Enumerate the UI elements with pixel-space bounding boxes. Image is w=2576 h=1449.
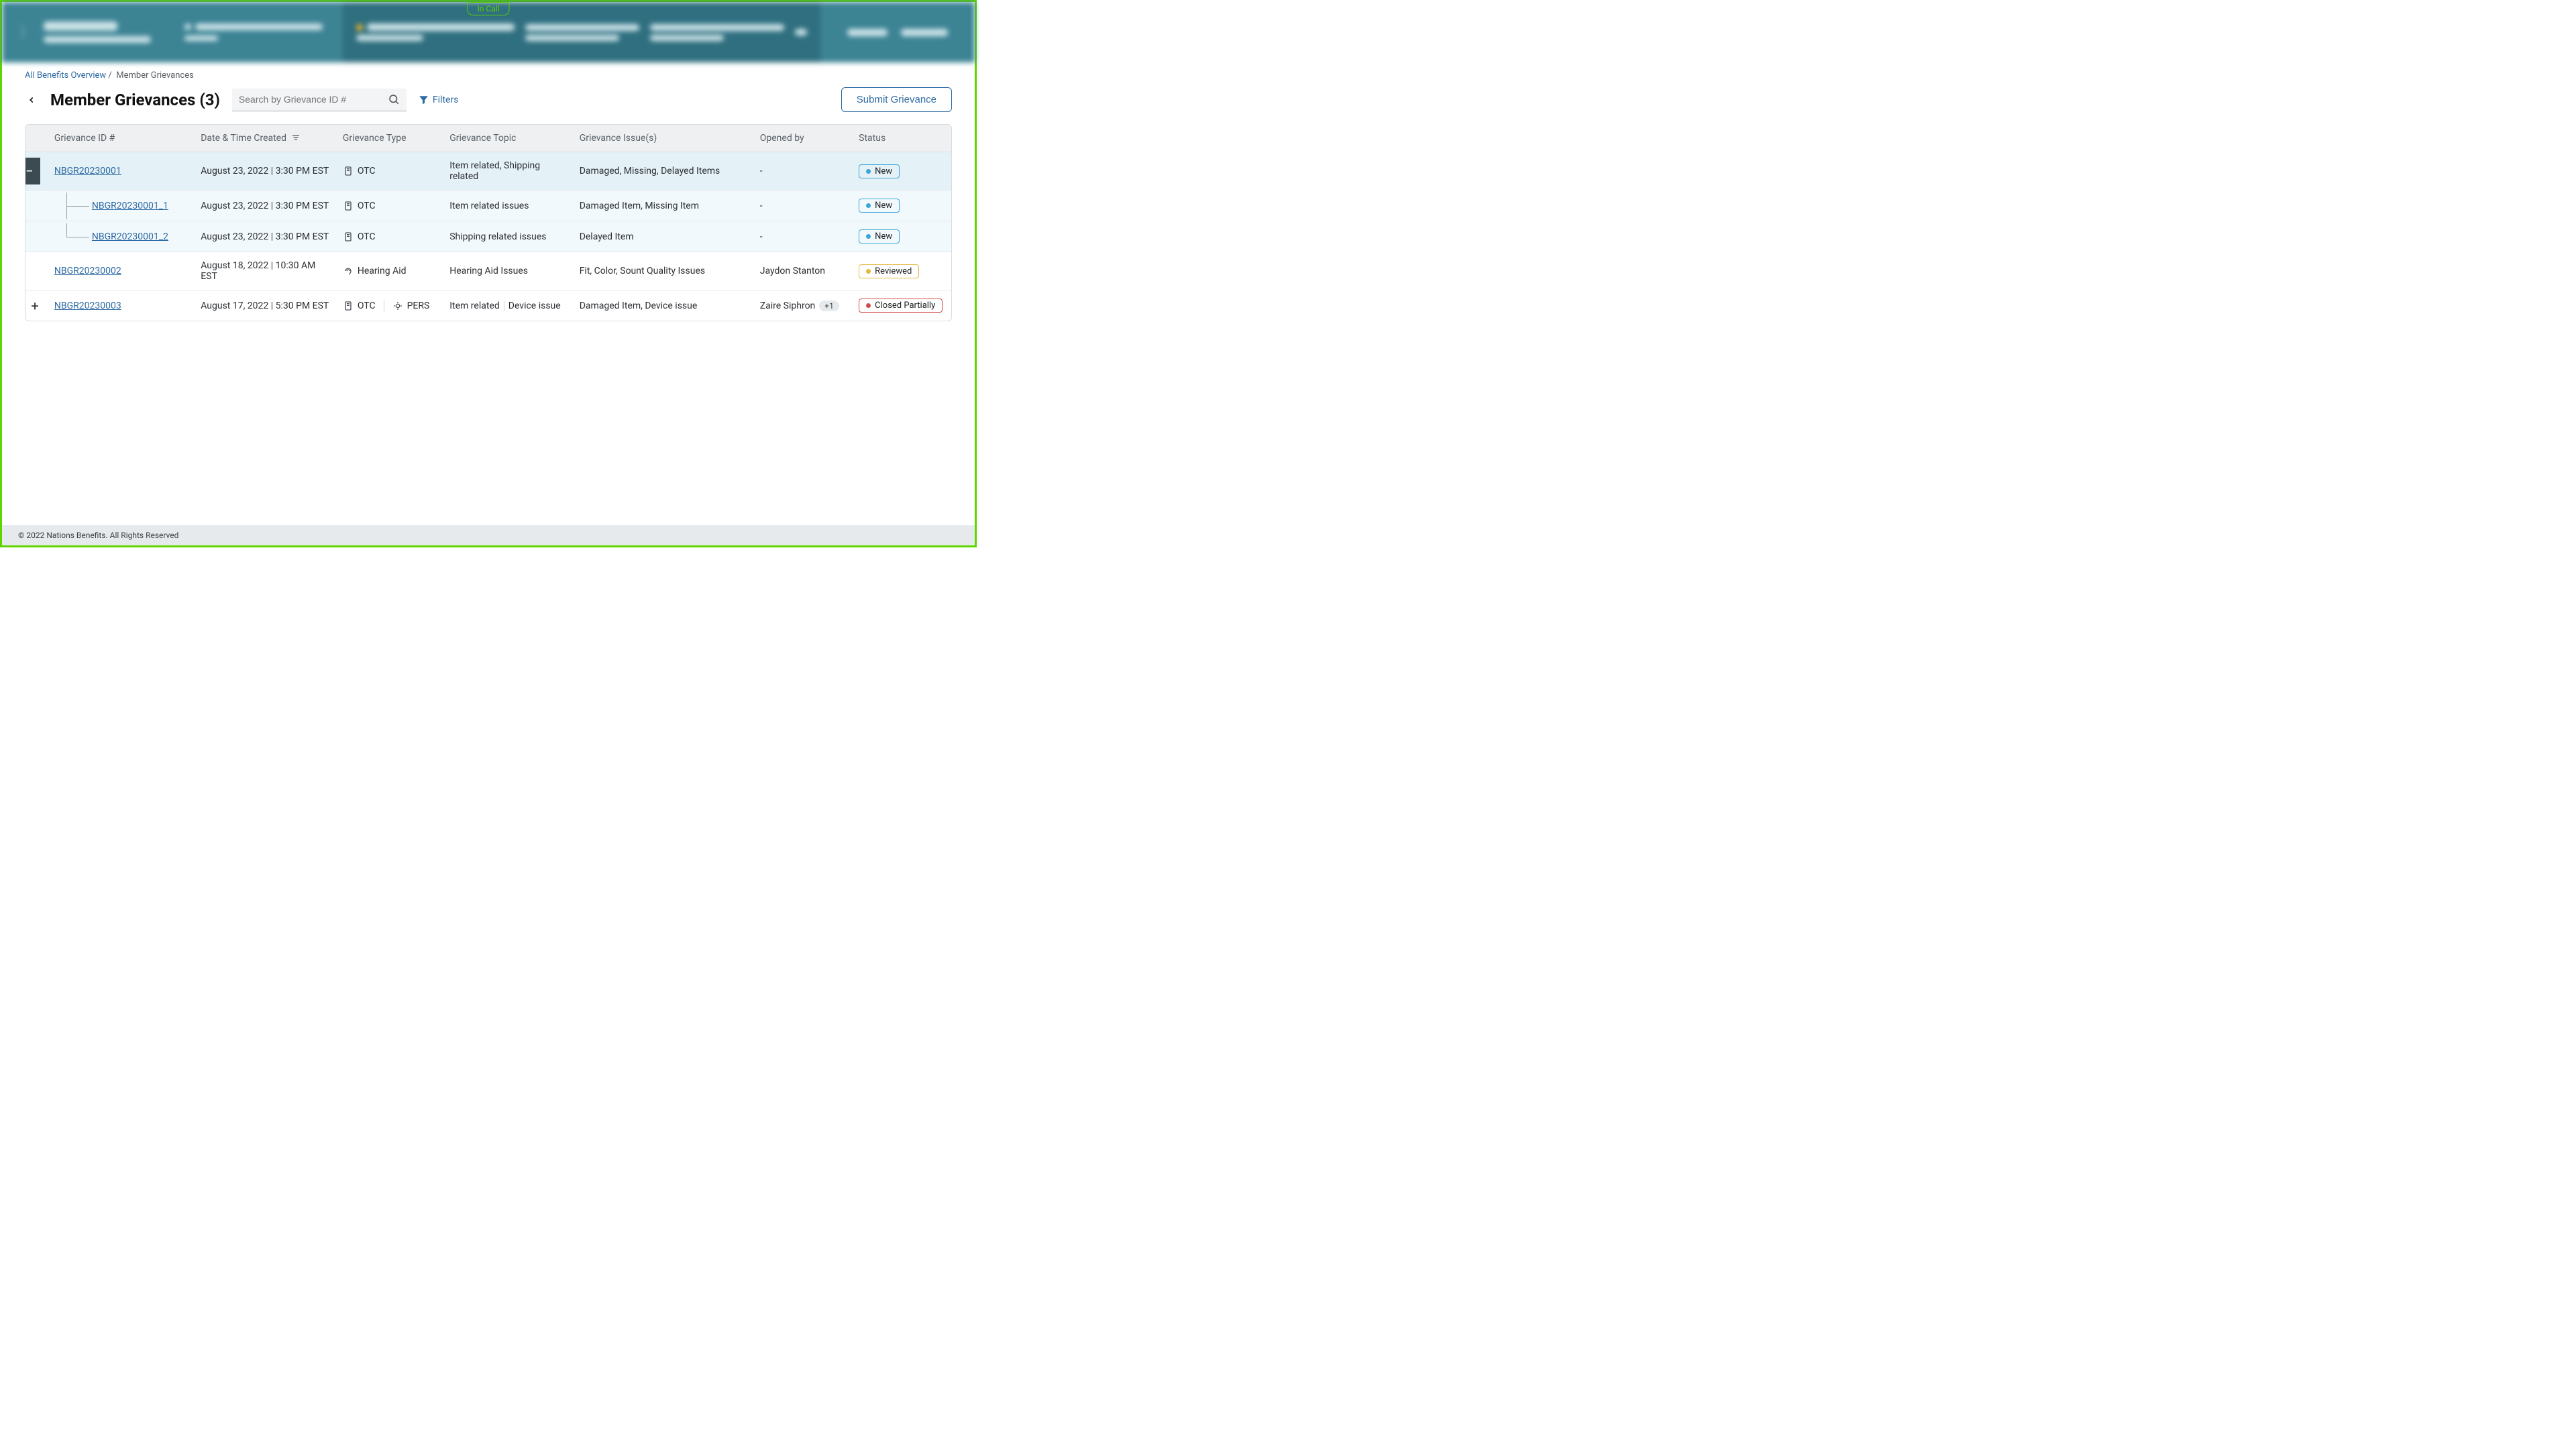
sort-icon — [292, 133, 300, 144]
issue-cell: Delayed Item — [573, 221, 753, 252]
status-badge: New — [859, 199, 900, 213]
otc-icon — [343, 166, 354, 176]
filters-button[interactable]: Filters — [419, 95, 459, 105]
status-badge: Closed Partially — [859, 299, 943, 313]
topic-cell: Item related issues — [443, 191, 572, 221]
page-title: Member Grievances (3) — [50, 91, 220, 109]
back-button[interactable] — [25, 93, 38, 107]
filter-icon — [419, 95, 429, 105]
opened-by: Zaire Siphron — [760, 301, 816, 311]
breadcrumb: All Benefits Overview / Member Grievance… — [2, 62, 975, 80]
date-cell: August 23, 2022 | 3:30 PM EST — [194, 152, 336, 191]
search-icon — [388, 93, 400, 105]
table-row: NBGR20230001_1 August 23, 2022 | 3:30 PM … — [25, 191, 951, 221]
table-row: NBGR20230002 August 18, 2022 | 10:30 AM E… — [25, 252, 951, 290]
col-status[interactable]: Status — [852, 125, 951, 152]
date-cell: August 23, 2022 | 3:30 PM EST — [194, 191, 336, 221]
date-cell: August 23, 2022 | 3:30 PM EST — [194, 221, 336, 252]
search-input[interactable] — [239, 94, 388, 105]
hearing-aid-icon — [343, 266, 354, 276]
grievance-id-link[interactable]: NBGR20230001_1 — [92, 201, 168, 211]
filters-label: Filters — [433, 95, 459, 105]
issue-cell: Damaged Item, Device issue — [573, 290, 753, 321]
expand-button[interactable]: + — [28, 299, 42, 313]
type-label: OTC — [358, 166, 376, 176]
opened-by: - — [760, 201, 763, 211]
breadcrumb-current: Member Grievances — [116, 70, 194, 80]
otc-icon — [343, 231, 354, 242]
grievance-id-link[interactable]: NBGR20230001_2 — [92, 231, 168, 242]
grievances-table: Grievance ID # Date & Time Created Griev… — [25, 124, 952, 321]
status-badge: New — [859, 164, 900, 178]
col-issue[interactable]: Grievance Issue(s) — [573, 125, 753, 152]
otc-icon — [343, 301, 354, 311]
tree-connector — [54, 193, 84, 219]
status-badge: Reviewed — [859, 264, 919, 278]
col-topic[interactable]: Grievance Topic — [443, 125, 572, 152]
status-badge: New — [859, 229, 900, 244]
topic-cell: Shipping related issues — [443, 221, 572, 252]
grievance-id-link[interactable]: NBGR20230003 — [54, 301, 121, 311]
col-date[interactable]: Date & Time Created — [194, 125, 336, 152]
in-call-badge: In Call — [467, 2, 509, 15]
table-row: − NBGR20230001 August 23, 2022 | 3:30 PM E… — [25, 152, 951, 191]
type-label: OTC — [358, 231, 376, 242]
pers-icon — [392, 301, 403, 311]
footer: © 2022 Nations Benefits. All Rights Rese… — [2, 525, 975, 545]
col-grievance-id[interactable]: Grievance ID # — [54, 125, 194, 152]
otc-icon — [343, 201, 354, 211]
col-type[interactable]: Grievance Type — [336, 125, 443, 152]
opened-by: Jaydon Stanton — [760, 266, 825, 276]
breadcrumb-root-link[interactable]: All Benefits Overview — [25, 70, 106, 80]
grievance-id-link[interactable]: NBGR20230001 — [54, 166, 121, 176]
search-box[interactable] — [232, 89, 407, 111]
opened-by: - — [760, 231, 763, 242]
grievance-id-link[interactable]: NBGR20230002 — [54, 266, 121, 276]
hamburger-icon — [22, 26, 23, 38]
more-badge: +1 — [819, 301, 839, 311]
chevron-left-icon — [27, 95, 36, 105]
opened-by: - — [760, 166, 763, 176]
collapse-button[interactable]: − — [25, 158, 40, 184]
col-opened-by[interactable]: Opened by — [753, 125, 852, 152]
table-row: + NBGR20230003 August 17, 2022 | 5:30 PM E… — [25, 290, 951, 321]
submit-grievance-button[interactable]: Submit Grievance — [841, 87, 952, 112]
date-cell: August 18, 2022 | 10:30 AM EST — [194, 252, 336, 290]
issue-cell: Fit, Color, Sount Quality Issues — [573, 252, 753, 290]
topic-cell: Hearing Aid Issues — [443, 252, 572, 290]
issue-cell: Damaged, Missing, Delayed Items — [573, 152, 753, 191]
table-row: NBGR20230001_2 August 23, 2022 | 3:30 PM … — [25, 221, 951, 252]
type-label: OTC — [358, 201, 376, 211]
topic-cell: Item related, Shipping related — [443, 152, 572, 191]
issue-cell: Damaged Item, Missing Item — [573, 191, 753, 221]
type-label: Hearing Aid — [358, 266, 407, 276]
type-label: OTC — [358, 301, 376, 311]
type-label: PERS — [407, 301, 430, 311]
date-cell: August 17, 2022 | 5:30 PM EST — [194, 290, 336, 321]
tree-connector — [54, 223, 84, 250]
topic-cell: Item relatedDevice issue — [443, 290, 572, 321]
